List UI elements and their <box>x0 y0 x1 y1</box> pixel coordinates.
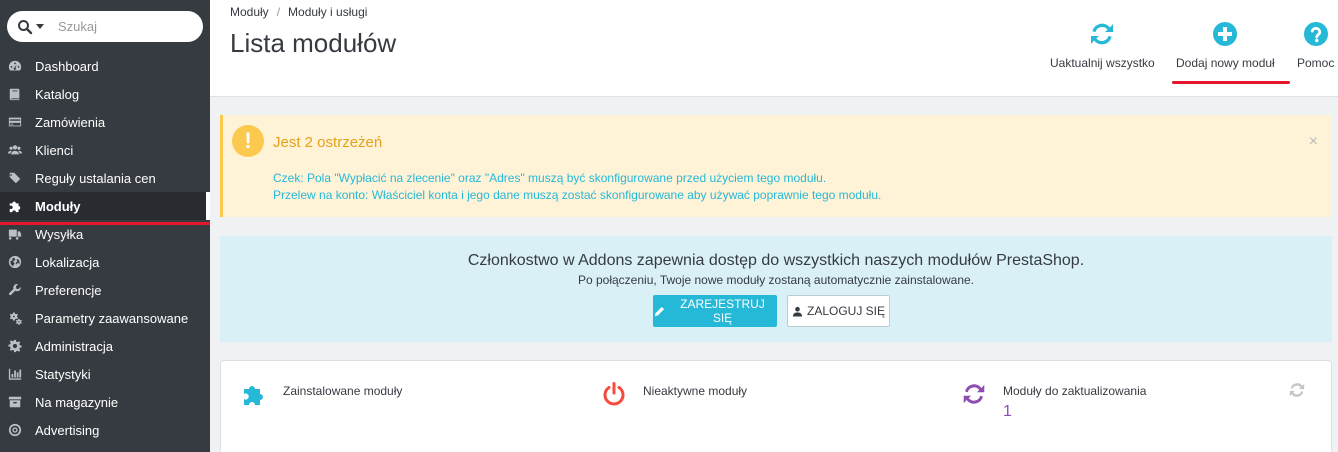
warning-message: Przelew na konto: Właściciel konta i jeg… <box>273 188 882 202</box>
breadcrumb-item-moduly-i-uslugi[interactable]: Moduły i usługi <box>288 5 367 19</box>
pencil-icon <box>654 306 665 316</box>
sidebar-item-statystyki[interactable]: Statystyki <box>0 360 210 388</box>
sidebar-item-label: Parametry zaawansowane <box>35 310 189 326</box>
cogs-icon <box>7 310 23 326</box>
stat-label: Nieaktywne moduły <box>643 384 748 398</box>
puzzle-icon <box>241 381 267 407</box>
sidebar-item-label: Administracja <box>35 338 114 354</box>
stat-label: Zainstalowane moduły <box>283 384 403 398</box>
login-button[interactable]: ZALOGUJ SIĘ <box>787 295 890 327</box>
sidebar-item-reguly[interactable]: Reguły ustalania cen <box>0 164 210 192</box>
bullseye-icon <box>7 422 23 438</box>
update-all-button[interactable]: Uaktualnij wszystko <box>1050 20 1155 70</box>
users-icon <box>7 142 23 158</box>
sidebar-item-katalog[interactable]: Katalog <box>0 80 210 108</box>
register-label: ZAREJESTRUJ SIĘ <box>680 297 765 325</box>
globe-icon <box>7 254 23 270</box>
help-button[interactable]: Pomoc <box>1297 20 1334 70</box>
bar-chart-icon <box>7 366 23 382</box>
sidebar-item-label: Dashboard <box>35 58 99 74</box>
sidebar-item-preferencje[interactable]: Preferencje <box>0 276 210 304</box>
sidebar-item-dashboard[interactable]: Dashboard <box>0 52 210 80</box>
close-icon[interactable]: × <box>1309 133 1318 151</box>
addons-subtitle: Po połączeniu, Twoje nowe moduły zostaną… <box>577 273 974 287</box>
sidebar-item-label: Preferencje <box>35 282 102 298</box>
add-module-label: Dodaj nowy moduł <box>1176 56 1275 70</box>
sidebar-item-klienci[interactable]: Klienci <box>0 136 210 164</box>
sidebar-item-label: Na magazynie <box>35 394 119 410</box>
sidebar-item-moduly[interactable]: Moduły <box>0 192 210 220</box>
tags-icon <box>7 170 23 186</box>
addons-banner: Członkostwo w Addons zapewnia dostęp do … <box>220 236 1332 342</box>
add-module-highlight <box>1172 81 1290 84</box>
sidebar-item-magazyn[interactable]: Na magazynie <box>0 388 210 416</box>
archive-icon <box>7 394 23 410</box>
warning-title: Jest 2 ostrzeżeń <box>273 134 383 151</box>
warning-message: Czek: Pola "Wypłacić na zlecenie" oraz "… <box>273 171 827 185</box>
sidebar-item-zamowienia[interactable]: Zamówienia <box>0 108 210 136</box>
sidebar-item-label: Zamówienia <box>35 114 106 130</box>
puzzle-icon <box>7 198 23 214</box>
sidebar-item-lokalizacja[interactable]: Lokalizacja <box>0 248 210 276</box>
stat-label: Moduły do zaktualizowania <box>1003 384 1147 398</box>
search-input[interactable] <box>58 19 198 34</box>
sidebar-item-label: Advertising <box>35 422 100 438</box>
sidebar-item-label: Statystyki <box>35 366 91 382</box>
search-icon[interactable] <box>17 19 33 35</box>
sidebar-item-label: Katalog <box>35 86 80 102</box>
register-button[interactable]: ZAREJESTRUJ SIĘ <box>653 295 777 327</box>
sidebar-item-label: Wysyłka <box>35 226 84 242</box>
help-icon <box>1302 20 1330 48</box>
help-label: Pomoc <box>1297 56 1335 70</box>
power-icon <box>601 381 627 407</box>
addons-title: Członkostwo w Addons zapewnia dostęp do … <box>467 252 1085 269</box>
module-stats-panel: Zainstalowane moduły Nieaktywne moduły M… <box>220 360 1332 452</box>
search-box[interactable] <box>7 11 203 42</box>
wrench-icon <box>7 282 23 298</box>
user-icon <box>792 306 803 317</box>
sidebar-menu: Dashboard Katalog Zamówienia Klienci Reg… <box>0 52 210 444</box>
truck-icon <box>7 226 23 242</box>
sidebar-item-label: Klienci <box>35 142 74 158</box>
add-module-button[interactable]: Dodaj nowy moduł <box>1176 20 1275 70</box>
sidebar-item-advertising[interactable]: Advertising <box>0 416 210 444</box>
refresh-icon <box>961 381 987 407</box>
dashboard-icon <box>7 58 23 74</box>
chevron-down-icon[interactable] <box>36 24 44 29</box>
sidebar: Dashboard Katalog Zamówienia Klienci Reg… <box>0 0 210 452</box>
credit-card-icon <box>7 114 23 130</box>
sidebar-item-administracja[interactable]: Administracja <box>0 332 210 360</box>
breadcrumb-item-moduly[interactable]: Moduły <box>230 5 269 19</box>
page-header: Moduły / Moduły i usługi Lista modułów Uak… <box>210 0 1338 97</box>
refresh-icon <box>1088 20 1116 48</box>
sidebar-item-label: Reguły ustalania cen <box>35 170 156 186</box>
login-label: ZALOGUJ SIĘ <box>806 304 886 318</box>
stat-value: 1 <box>1003 403 1012 420</box>
gear-icon <box>7 338 23 354</box>
sidebar-item-label: Lokalizacja <box>35 254 100 270</box>
page-title: Lista modułów <box>230 28 397 58</box>
breadcrumb: Moduły / Moduły i usługi <box>230 5 367 19</box>
refresh-stats-icon[interactable] <box>1288 381 1306 399</box>
exclamation-icon: ! <box>232 125 264 157</box>
book-icon <box>7 86 23 102</box>
update-all-label: Uaktualnij wszystko <box>1050 56 1155 70</box>
warning-alert: ! Jest 2 ostrzeżeń × Czek: Pola "Wypłaci… <box>220 115 1332 217</box>
sidebar-item-label: Moduły <box>35 198 81 214</box>
active-item-highlight <box>0 222 210 225</box>
breadcrumb-separator: / <box>276 5 281 19</box>
sidebar-item-parametry[interactable]: Parametry zaawansowane <box>0 304 210 332</box>
plus-circle-icon <box>1211 20 1239 48</box>
